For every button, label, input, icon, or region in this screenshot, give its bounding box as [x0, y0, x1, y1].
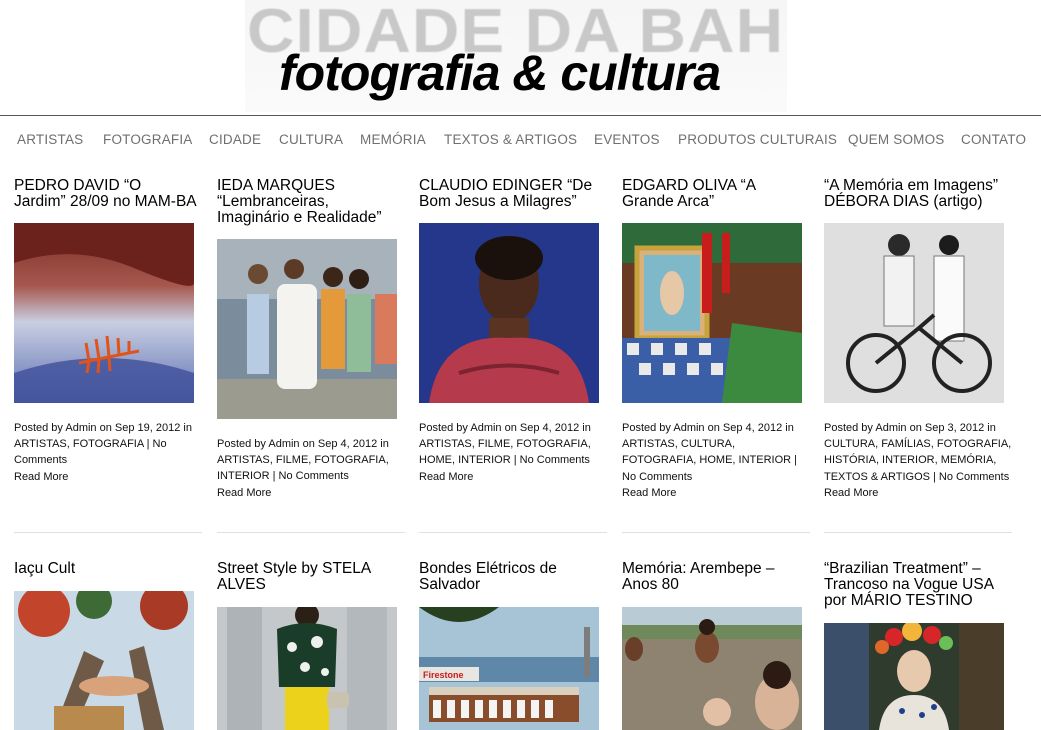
nav-item-cidade[interactable]: CIDADE [209, 132, 261, 147]
post-meta: Posted by Admin on Sep 4, 2012 in ARTIST… [622, 420, 812, 485]
nav-item-produtos-culturais[interactable]: PRODUTOS CULTURAIS [678, 132, 837, 147]
nav-item-cultura[interactable]: CULTURA [279, 132, 343, 147]
meta-line: Posted by Admin on Sep 19, 2012 in [14, 422, 192, 434]
post-title-line[interactable]: IEDA MARQUES [217, 178, 407, 194]
post-title[interactable]: CLAUDIO EDINGER “De Bom Jesus a Milagres… [419, 178, 609, 210]
site-logo[interactable]: CIDADE DA BAHIA fotografia & cultura [245, 0, 787, 112]
post-title-line[interactable]: CLAUDIO EDINGER “De [419, 178, 609, 194]
post-title[interactable]: Memória: Arembepe – Anos 80 [622, 561, 812, 593]
meta-line[interactable]: TEXTOS & ARTIGOS | No Comments [824, 469, 1014, 485]
post-meta: Posted by Admin on Sep 3, 2012 in CULTUR… [824, 420, 1014, 485]
meta-line[interactable]: ARTISTAS, FILME, FOTOGRAFIA, [419, 436, 609, 452]
read-more-link[interactable]: Read More [14, 471, 68, 483]
post-thumbnail[interactable] [217, 607, 397, 730]
read-more-link[interactable]: Read More [217, 487, 271, 499]
read-more-link[interactable]: Read More [622, 487, 676, 499]
post-separator [419, 532, 607, 533]
post-meta: Posted by Admin on Sep 19, 2012 in ARTIS… [14, 420, 204, 469]
meta-line[interactable]: ARTISTAS, FOTOGRAFIA | No [14, 436, 204, 452]
nav-item-memoria[interactable]: MEMÓRIA [360, 132, 426, 147]
logo-title: fotografia & cultura [279, 45, 721, 101]
post-title[interactable]: PEDRO DAVID “O Jardim” 28/09 no MAM-BA [14, 178, 204, 210]
meta-line[interactable]: ARTISTAS, CULTURA, [622, 436, 812, 452]
post-title-line[interactable]: DÉBORA DIAS (artigo) [824, 194, 1014, 210]
post-title-line[interactable]: Memória: Arembepe – [622, 561, 812, 577]
post-separator [622, 532, 810, 533]
post-title-line[interactable]: Jardim” 28/09 no MAM-BA [14, 194, 204, 210]
post-title-line[interactable]: Bondes Elétricos de [419, 561, 609, 577]
post-title-line[interactable]: por MÁRIO TESTINO [824, 593, 1014, 609]
post-thumbnail[interactable] [622, 607, 802, 730]
read-more-link[interactable]: Read More [824, 487, 878, 499]
meta-line: Posted by Admin on Sep 4, 2012 in [419, 422, 591, 434]
nav-item-quem-somos[interactable]: QUEM SOMOS [848, 132, 945, 147]
nav-item-eventos[interactable]: EVENTOS [594, 132, 660, 147]
meta-line[interactable]: CULTURA, FAMÍLIAS, FOTOGRAFIA, [824, 436, 1014, 452]
post-title-line[interactable]: “A Memória em Imagens” [824, 178, 1014, 194]
meta-line[interactable]: FOTOGRAFIA, HOME, INTERIOR | [622, 452, 812, 468]
meta-line[interactable]: HISTÓRIA, INTERIOR, MEMÓRIA, [824, 452, 1014, 468]
meta-line: Posted by Admin on Sep 4, 2012 in [217, 438, 389, 450]
post-title[interactable]: IEDA MARQUES “Lembranceiras, Imaginário … [217, 178, 407, 226]
nav-item-textos-artigos[interactable]: TEXTOS & ARTIGOS [444, 132, 577, 147]
post-separator [824, 532, 1012, 533]
post-title[interactable]: Iaçu Cult [14, 561, 204, 577]
post-title-line[interactable]: PEDRO DAVID “O [14, 178, 204, 194]
post-title-line[interactable]: ALVES [217, 577, 407, 593]
post-thumbnail[interactable] [824, 623, 1004, 730]
post-title[interactable]: “A Memória em Imagens” DÉBORA DIAS (arti… [824, 178, 1014, 210]
post-title[interactable]: “Brazilian Treatment” – Trancoso na Vogu… [824, 561, 1014, 609]
nav-item-artistas[interactable]: ARTISTAS [17, 132, 83, 147]
post-thumbnail[interactable] [419, 223, 599, 403]
post-separator [217, 532, 405, 533]
nav-item-contato[interactable]: CONTATO [961, 132, 1026, 147]
post-title-line[interactable]: Street Style by STELA [217, 561, 407, 577]
post-thumbnail[interactable] [824, 223, 1004, 403]
post-title-line[interactable]: Imaginário e Realidade” [217, 210, 407, 226]
post-title[interactable]: Street Style by STELA ALVES [217, 561, 407, 593]
post-title-line[interactable]: “Brazilian Treatment” – [824, 561, 1014, 577]
read-more-link[interactable]: Read More [419, 471, 473, 483]
meta-line[interactable]: HOME, INTERIOR | No Comments [419, 452, 609, 468]
post-meta: Posted by Admin on Sep 4, 2012 in ARTIST… [217, 436, 407, 485]
nav-item-fotografia[interactable]: FOTOGRAFIA [103, 132, 193, 147]
meta-line[interactable]: INTERIOR | No Comments [217, 468, 407, 484]
meta-line[interactable]: Comments [14, 452, 204, 468]
post-thumbnail[interactable] [14, 223, 194, 403]
firestone-sign: Firestone [423, 670, 464, 680]
meta-line[interactable]: No Comments [622, 469, 812, 485]
meta-line[interactable]: ARTISTAS, FILME, FOTOGRAFIA, [217, 452, 407, 468]
post-title[interactable]: EDGARD OLIVA “A Grande Arca” [622, 178, 812, 210]
main-nav: ARTISTAS FOTOGRAFIA CIDADE CULTURA MEMÓR… [0, 132, 1041, 150]
post-title[interactable]: Bondes Elétricos de Salvador [419, 561, 609, 593]
header-divider [0, 115, 1041, 116]
post-thumbnail[interactable] [622, 223, 802, 403]
post-title-line[interactable]: “Lembranceiras, [217, 194, 407, 210]
post-title-line[interactable]: Anos 80 [622, 577, 812, 593]
post-title-line[interactable]: Iaçu Cult [14, 561, 204, 577]
post-thumbnail[interactable]: Firestone [419, 607, 599, 730]
post-title-line[interactable]: EDGARD OLIVA “A [622, 178, 812, 194]
post-separator [14, 532, 202, 533]
post-title-line[interactable]: Trancoso na Vogue USA [824, 577, 1014, 593]
post-title-line[interactable]: Bom Jesus a Milagres” [419, 194, 609, 210]
post-thumbnail[interactable] [217, 239, 397, 419]
post-thumbnail[interactable] [14, 591, 194, 730]
meta-line: Posted by Admin on Sep 4, 2012 in [622, 422, 794, 434]
post-title-line[interactable]: Grande Arca” [622, 194, 812, 210]
post-meta: Posted by Admin on Sep 4, 2012 in ARTIST… [419, 420, 609, 469]
post-title-line[interactable]: Salvador [419, 577, 609, 593]
meta-line: Posted by Admin on Sep 3, 2012 in [824, 422, 996, 434]
